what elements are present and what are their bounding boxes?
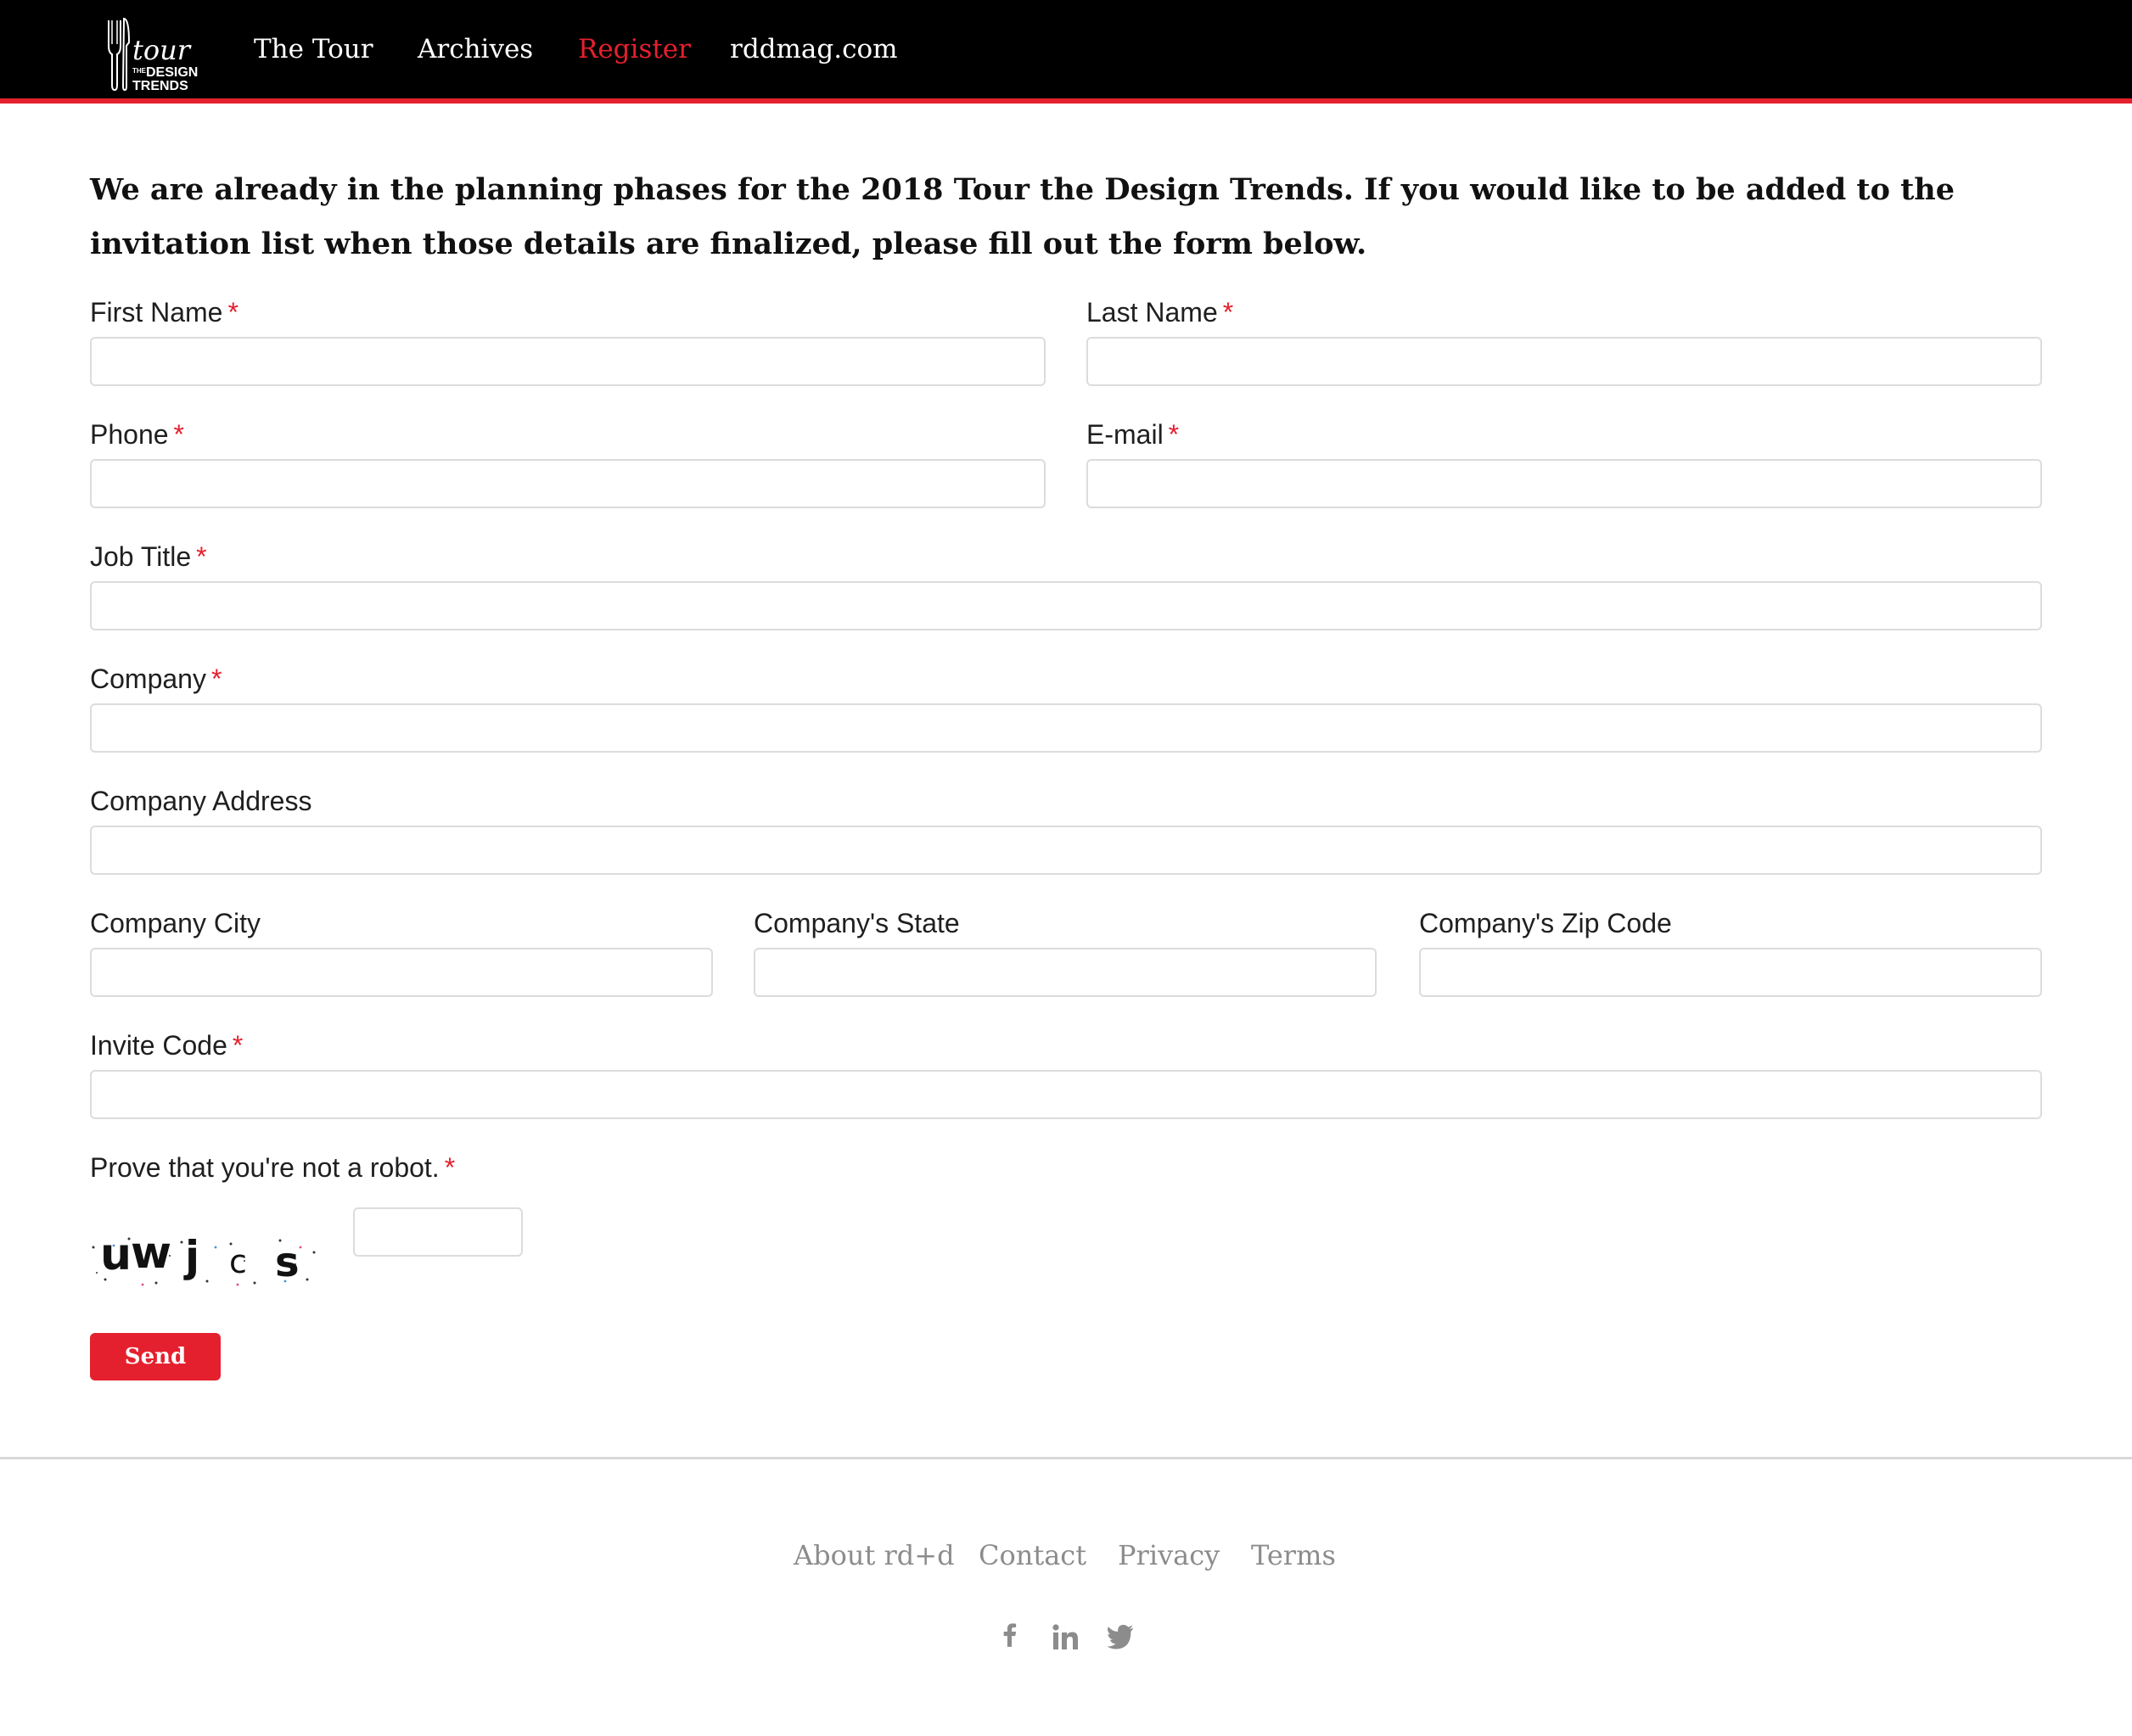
footer-link-contact[interactable]: Contact	[979, 1539, 1086, 1571]
svg-text:DESIGN: DESIGN	[146, 65, 198, 80]
company-city-label: Company City	[90, 908, 261, 938]
required-marker: *	[1168, 419, 1180, 450]
svg-text:THE: THE	[132, 67, 147, 75]
required-marker: *	[444, 1152, 456, 1183]
svg-text:s: s	[275, 1239, 300, 1286]
company-state-label: Company's State	[754, 908, 960, 938]
footer-link-privacy[interactable]: Privacy	[1118, 1539, 1220, 1571]
svg-text:w: w	[131, 1228, 171, 1279]
company-zip-input[interactable]	[1419, 948, 2042, 997]
job-title-label: Job Title *	[90, 541, 207, 572]
top-navigation-bar: tour THE DESIGN TRENDS The Tour Archives…	[0, 0, 2132, 104]
captcha-label: Prove that you're not a robot. *	[90, 1152, 456, 1183]
email-label: E-mail *	[1086, 419, 1180, 450]
invite-code-label: Invite Code *	[90, 1030, 244, 1061]
company-zip-label: Company's Zip Code	[1419, 908, 1672, 938]
facebook-icon[interactable]	[995, 1622, 1025, 1653]
first-name-input[interactable]	[90, 337, 1046, 386]
svg-text:j: j	[183, 1232, 199, 1281]
required-marker: *	[232, 1030, 244, 1061]
nav-archives[interactable]: Archives	[418, 34, 533, 64]
company-input[interactable]	[90, 703, 2042, 753]
footer-link-terms[interactable]: Terms	[1251, 1539, 1336, 1571]
svg-text:u: u	[100, 1229, 132, 1280]
company-label: Company *	[90, 664, 222, 694]
first-name-label: First Name *	[90, 297, 238, 328]
svg-text:TRENDS: TRENDS	[132, 79, 188, 93]
required-marker: *	[227, 297, 238, 328]
phone-label: Phone *	[90, 419, 184, 450]
twitter-icon[interactable]	[1106, 1622, 1136, 1653]
captcha-input[interactable]	[353, 1207, 523, 1257]
company-city-input[interactable]	[90, 948, 713, 997]
job-title-input[interactable]	[90, 581, 2042, 630]
company-address-input[interactable]	[90, 826, 2042, 875]
linkedin-icon[interactable]	[1050, 1622, 1080, 1653]
company-state-input[interactable]	[754, 948, 1377, 997]
svg-text:c: c	[229, 1243, 247, 1280]
send-button[interactable]: Send	[90, 1333, 221, 1380]
phone-input[interactable]	[90, 459, 1046, 508]
last-name-label: Last Name *	[1086, 297, 1234, 328]
company-address-label: Company Address	[90, 786, 312, 816]
required-marker: *	[210, 664, 222, 694]
footer-link-about[interactable]: About rd+d	[794, 1539, 955, 1571]
captcha-image: u w j c s	[92, 1228, 316, 1286]
nav-register[interactable]: Register	[578, 34, 691, 64]
site-logo[interactable]: tour THE DESIGN TRENDS	[100, 12, 207, 93]
footer-divider	[0, 1457, 2132, 1459]
required-marker: *	[1222, 297, 1234, 328]
nav-rddmag[interactable]: rddmag.com	[730, 34, 898, 64]
required-marker: *	[173, 419, 184, 450]
intro-text: We are already in the planning phases fo…	[90, 172, 1955, 261]
required-marker: *	[196, 541, 207, 572]
last-name-input[interactable]	[1086, 337, 2042, 386]
invite-code-input[interactable]	[90, 1070, 2042, 1119]
svg-text:tour: tour	[132, 34, 192, 66]
email-input[interactable]	[1086, 459, 2042, 508]
nav-the-tour[interactable]: The Tour	[254, 34, 373, 64]
